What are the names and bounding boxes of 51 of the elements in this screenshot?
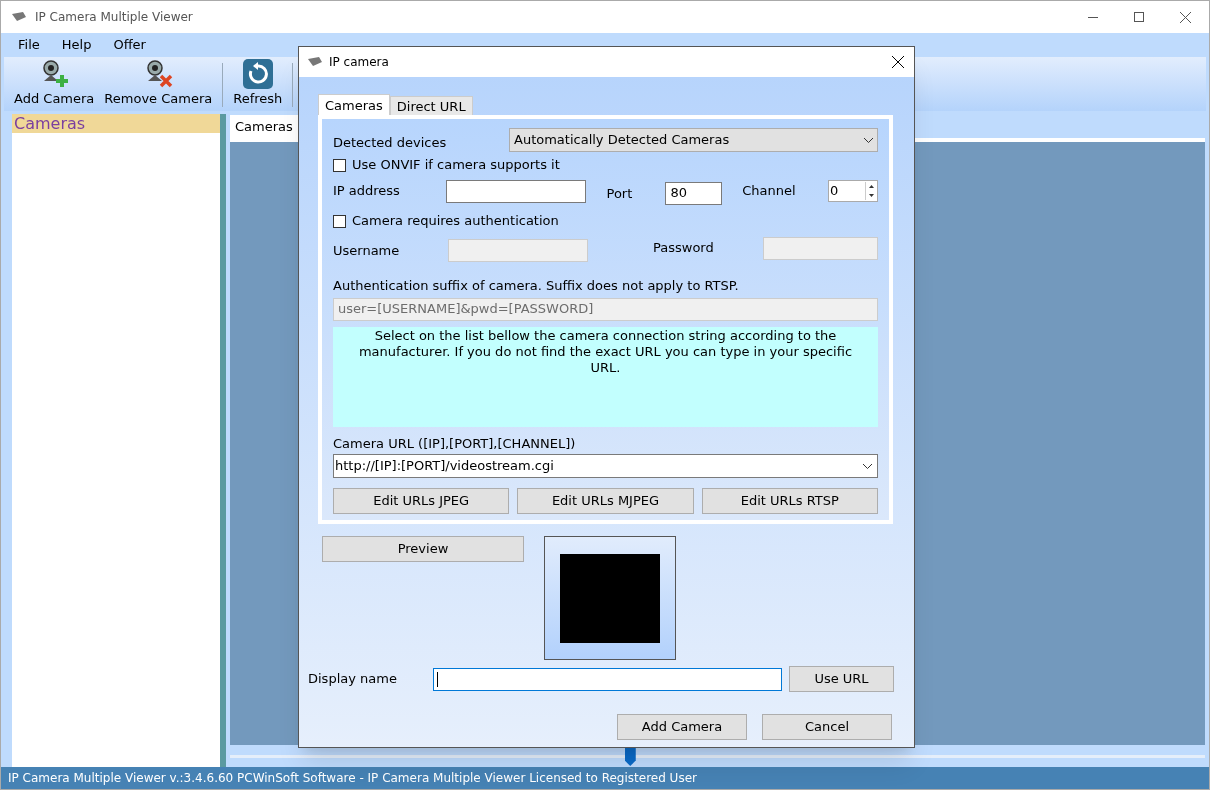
camera-logo-icon (307, 56, 323, 68)
url-combobox[interactable]: http://[IP]:[PORT]/videostream.cgi (333, 454, 878, 478)
toolbar-button[interactable]: Refresh (233, 58, 283, 111)
field-label: Port (606, 185, 634, 204)
field-label: Password (653, 239, 715, 258)
field-label: IP address (333, 182, 401, 201)
ip-address-field[interactable] (445, 179, 586, 203)
dialog-title: IP camera (329, 54, 389, 71)
panel-header: Cameras (12, 114, 220, 133)
spin-up-icon[interactable] (866, 182, 877, 191)
checkbox[interactable] (333, 158, 346, 172)
channel-spinner[interactable]: 0 (828, 180, 878, 202)
menu-item[interactable]: Help (61, 35, 92, 55)
button[interactable]: Use URL (789, 666, 894, 692)
checkbox-label: Camera requires authentication (352, 212, 559, 231)
tab[interactable]: Cameras (318, 94, 390, 115)
slider[interactable] (230, 745, 1205, 767)
field-label: Channel (742, 182, 797, 201)
menu-item[interactable]: File (18, 35, 40, 55)
display-name-field[interactable] (433, 667, 782, 691)
status-bar: IP Camera Multiple Viewer v.:3.4.6.60 PCWinSoft Software - IP Camera Multiple Viewer Licensed to Registered User (1, 767, 1209, 789)
field-label: Username (333, 242, 401, 261)
spin-down-icon[interactable] (866, 191, 877, 200)
button[interactable]: Cancel (762, 714, 892, 740)
field-label: Display name (308, 670, 398, 689)
button[interactable]: Edit URLs RTSP (701, 488, 878, 514)
chevron-down-icon (864, 137, 873, 143)
chevron-down-icon (863, 463, 872, 469)
close-icon[interactable] (892, 56, 904, 68)
close-icon[interactable] (1180, 11, 1191, 23)
port-field[interactable]: 80 (665, 181, 723, 205)
toolbar-button[interactable]: Add Camera (14, 58, 95, 111)
menu-item[interactable]: Offer (113, 35, 146, 55)
slider-thumb[interactable] (624, 748, 636, 766)
field-label: Camera URL ([IP],[PORT],[CHANNEL]) (333, 434, 577, 453)
field-label: Authentication suffix of camera. Suffix does not apply to RTSP. (333, 277, 740, 295)
tab[interactable]: Direct URL (389, 96, 473, 115)
field-label: Detected devices (333, 133, 448, 152)
device-dropdown[interactable]: Automatically Detected Cameras (509, 128, 878, 152)
button[interactable]: Edit URLs MJPEG (517, 488, 694, 514)
button[interactable]: Add Camera (617, 714, 747, 740)
button[interactable]: Preview (322, 536, 524, 562)
button[interactable]: Edit URLs JPEG (333, 488, 510, 514)
checkbox-label: Use ONVIF if camera supports it (352, 156, 560, 175)
refresh-icon (242, 58, 273, 89)
toolbar-button[interactable]: Remove Camera (104, 58, 213, 111)
camera-logo-icon (11, 11, 27, 23)
info-note: Select on the list bellow the camera connection string according to the manufacturer. If you do not find the exact URL you can type in your specific URL. (333, 326, 878, 427)
tab[interactable]: Cameras (230, 115, 298, 138)
window-title: IP Camera Multiple Viewer (35, 9, 193, 26)
checkbox[interactable] (333, 214, 346, 228)
